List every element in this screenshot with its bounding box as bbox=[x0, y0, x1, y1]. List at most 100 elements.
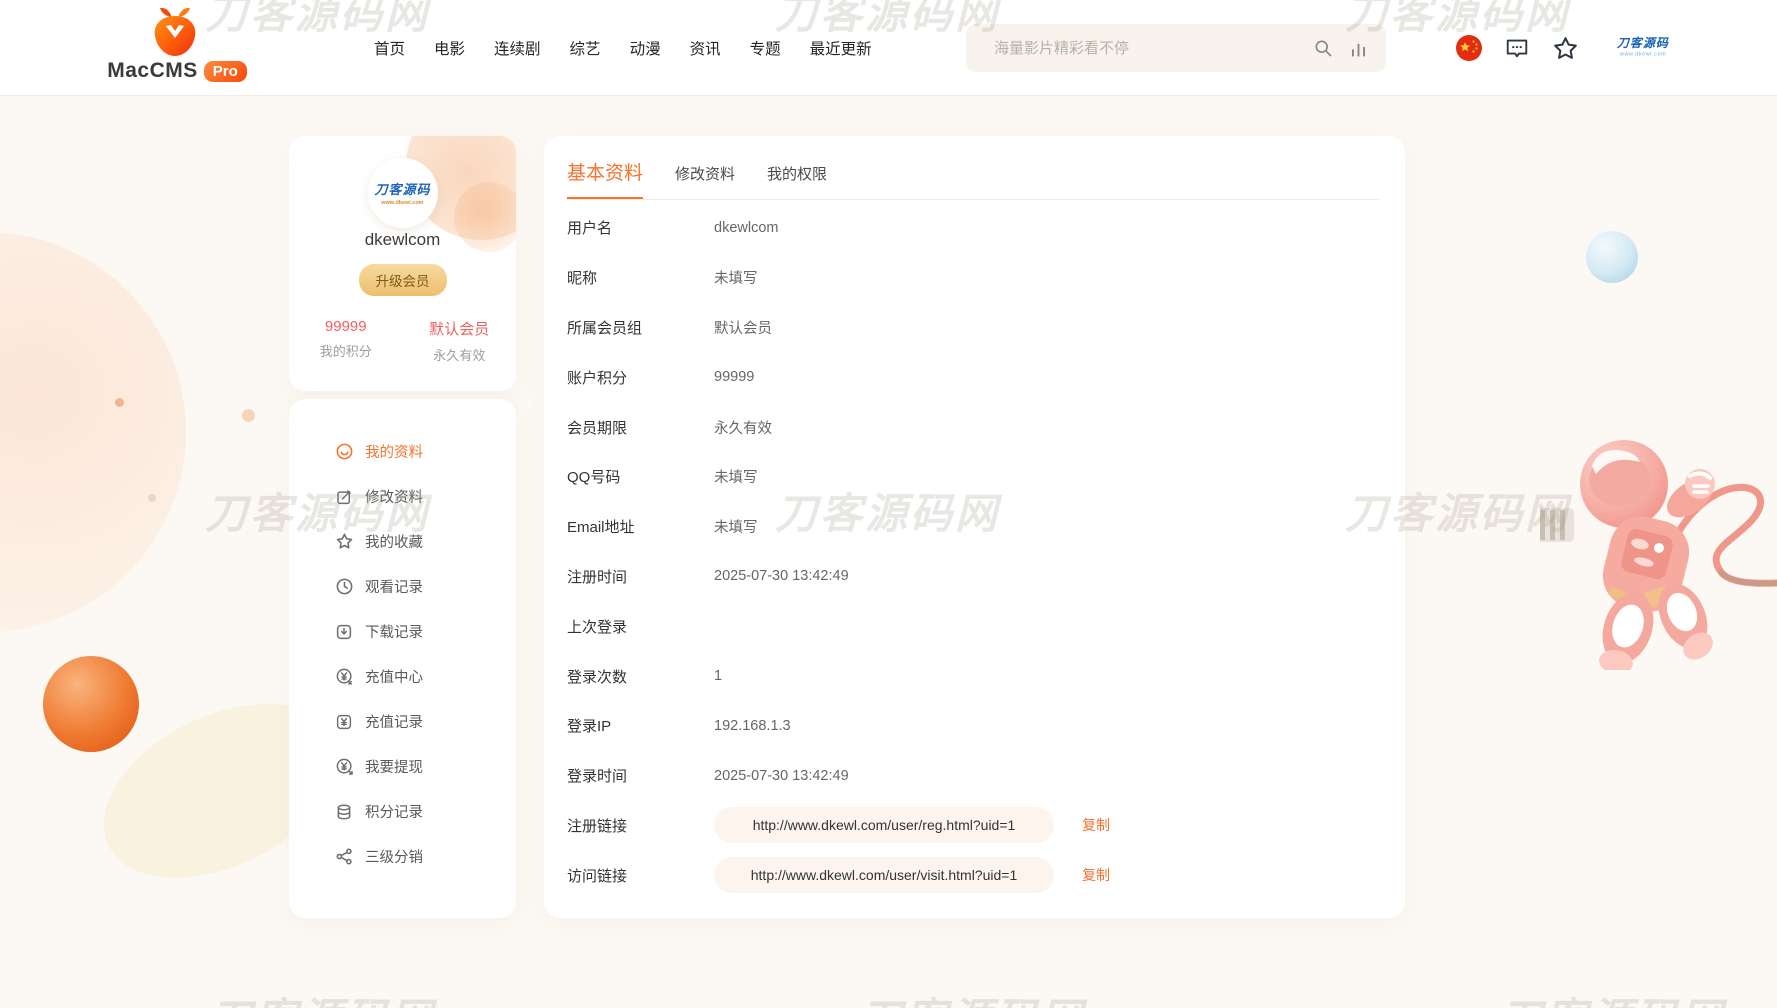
sidebar-menu-item[interactable]: 观看记录 bbox=[289, 564, 516, 609]
field-label: 上次登录 bbox=[567, 616, 714, 637]
smile-icon bbox=[335, 442, 354, 461]
header-actions: 刀客源码 www.dkewl.com bbox=[1456, 0, 1685, 96]
profile-field-row: 账户积分 99999 bbox=[567, 352, 1379, 402]
sidebar-menu-label: 充值中心 bbox=[365, 666, 423, 687]
field-label: 会员期限 bbox=[567, 417, 714, 438]
language-flag-icon[interactable] bbox=[1456, 35, 1482, 61]
sidebar-menu-label: 我要提现 bbox=[365, 756, 423, 777]
nav-item[interactable]: 最近更新 bbox=[810, 37, 872, 59]
stat-value: 99999 bbox=[289, 318, 403, 335]
avatar-logo-text: 刀客源码 bbox=[374, 179, 430, 198]
sidebar-menu-item[interactable]: 下载记录 bbox=[289, 609, 516, 654]
field-value: 1 bbox=[714, 668, 722, 684]
favorites-star-icon[interactable] bbox=[1552, 35, 1579, 62]
profile-field-row: 昵称 未填写 bbox=[567, 253, 1379, 303]
watermark: 刀客源码网 bbox=[210, 985, 435, 1008]
recharge-record-icon bbox=[335, 712, 354, 731]
nav-item[interactable]: 专题 bbox=[750, 37, 781, 59]
header: MacCMS Pro 首页 电影 连续剧 综艺 动漫 资讯 专题 最近更新 bbox=[0, 0, 1777, 96]
link-url-input[interactable] bbox=[714, 857, 1054, 893]
rankings-icon[interactable] bbox=[1349, 39, 1368, 58]
profile-tab[interactable]: 基本资料 bbox=[567, 158, 643, 199]
profile-stat: 99999 我的积分 bbox=[289, 318, 403, 364]
field-label: 登录时间 bbox=[567, 765, 714, 786]
decor-pale-circle bbox=[0, 232, 186, 632]
watermark: 刀客源码网 bbox=[1500, 985, 1725, 1008]
field-label: 昵称 bbox=[567, 267, 714, 288]
edit-icon bbox=[335, 487, 354, 506]
decor-orange-sphere bbox=[43, 656, 139, 752]
clock-icon bbox=[335, 577, 354, 596]
field-value: 99999 bbox=[714, 369, 754, 385]
nav-item[interactable]: 首页 bbox=[374, 37, 405, 59]
field-value: 未填写 bbox=[714, 466, 758, 487]
profile-tabs: 基本资料修改资料我的权限 bbox=[567, 136, 1379, 200]
search-icon[interactable] bbox=[1313, 38, 1333, 58]
field-value: 默认会员 bbox=[714, 317, 772, 338]
sidebar-menu-label: 下载记录 bbox=[365, 621, 423, 642]
sidebar-menu-item[interactable]: 充值记录 bbox=[289, 699, 516, 744]
main-nav: 首页 电影 连续剧 综艺 动漫 资讯 专题 最近更新 bbox=[374, 0, 872, 96]
field-value: 2025-07-30 13:42:49 bbox=[714, 768, 849, 784]
profile-tab[interactable]: 我的权限 bbox=[767, 163, 827, 199]
profile-stat: 默认会员 永久有效 bbox=[403, 318, 517, 364]
sidebar-menu-label: 充值记录 bbox=[365, 711, 423, 732]
link-url-input[interactable] bbox=[714, 807, 1054, 843]
strawberry-logo-icon bbox=[149, 6, 205, 58]
sidebar-menu-label: 三级分销 bbox=[365, 846, 423, 867]
field-label: Email地址 bbox=[567, 516, 714, 537]
site-mini-logo[interactable]: 刀客源码 www.dkewl.com bbox=[1601, 34, 1685, 62]
sidebar-menu-item[interactable]: 积分记录 bbox=[289, 789, 516, 834]
profile-fields: 用户名 dkewlcom 昵称 未填写 所属会员组 默认会员 账户积分 9999… bbox=[567, 200, 1379, 801]
site-mini-logo-subtext: www.dkewl.com bbox=[1620, 51, 1666, 57]
share-icon bbox=[335, 847, 354, 866]
sidebar-menu: 我的资料 修改资料 我的收藏 观看记录 下载记录 bbox=[289, 399, 516, 918]
nav-item[interactable]: 动漫 bbox=[630, 37, 661, 59]
sidebar-menu-item[interactable]: 我要提现 bbox=[289, 744, 516, 789]
sidebar-menu-label: 我的收藏 bbox=[365, 531, 423, 552]
copy-link-button[interactable]: 复制 bbox=[1082, 815, 1110, 835]
decor-blue-sphere bbox=[1586, 231, 1638, 283]
nav-item[interactable]: 连续剧 bbox=[494, 37, 541, 59]
field-value: 未填写 bbox=[714, 516, 758, 537]
field-label: 所属会员组 bbox=[567, 317, 714, 338]
profile-field-row: Email地址 未填写 bbox=[567, 502, 1379, 552]
sidebar-menu-label: 积分记录 bbox=[365, 801, 423, 822]
site-logo[interactable]: MacCMS Pro bbox=[102, 6, 252, 83]
astronaut-illustration bbox=[1540, 420, 1777, 675]
nav-item[interactable]: 综艺 bbox=[570, 37, 601, 59]
messages-icon[interactable] bbox=[1504, 35, 1530, 61]
profile-field-row: 会员期限 永久有效 bbox=[567, 402, 1379, 452]
brand-name: MacCMS bbox=[107, 59, 198, 83]
profile-link-row: 注册链接 复制 bbox=[567, 801, 1379, 851]
profile-card: 刀客源码 www.dkewl.com dkewlcom 升级会员 99999 我… bbox=[289, 136, 516, 391]
field-label: 登录IP bbox=[567, 715, 714, 736]
sidebar-menu-item[interactable]: 三级分销 bbox=[289, 834, 516, 879]
sidebar-menu-item[interactable]: 修改资料 bbox=[289, 474, 516, 519]
field-label: 用户名 bbox=[567, 217, 714, 238]
points-icon bbox=[335, 802, 354, 821]
upgrade-vip-button[interactable]: 升级会员 bbox=[359, 264, 447, 296]
profile-field-row: 登录次数 1 bbox=[567, 651, 1379, 701]
avatar[interactable]: 刀客源码 www.dkewl.com bbox=[368, 158, 438, 228]
search-input[interactable] bbox=[994, 40, 1297, 57]
field-value: 永久有效 bbox=[714, 417, 772, 438]
profile-stats: 99999 我的积分 默认会员 永久有效 bbox=[289, 318, 516, 364]
decor-dot bbox=[148, 494, 156, 502]
nav-item[interactable]: 资讯 bbox=[690, 37, 721, 59]
profile-tab[interactable]: 修改资料 bbox=[675, 163, 735, 199]
sidebar-menu-item[interactable]: 充值中心 bbox=[289, 654, 516, 699]
nav-item[interactable]: 电影 bbox=[434, 37, 465, 59]
watermark: 刀客源码网 bbox=[860, 985, 1085, 1008]
sidebar-menu-item[interactable]: 我的收藏 bbox=[289, 519, 516, 564]
copy-link-button[interactable]: 复制 bbox=[1082, 865, 1110, 885]
field-value: 2025-07-30 13:42:49 bbox=[714, 568, 849, 584]
site-mini-logo-text: 刀客源码 bbox=[1601, 34, 1685, 51]
field-label: 登录次数 bbox=[567, 666, 714, 687]
field-label: 注册链接 bbox=[567, 815, 714, 836]
star-icon bbox=[335, 532, 354, 551]
profile-links: 注册链接 复制 访问链接 复制 bbox=[567, 801, 1379, 901]
sidebar-menu-item[interactable]: 我的资料 bbox=[289, 429, 516, 474]
page: 刀客源码网 刀客源码网 刀客源码网 刀客源码网 刀客源码网 刀客源码网 刀客源码… bbox=[0, 0, 1777, 1008]
profile-field-row: QQ号码 未填写 bbox=[567, 452, 1379, 502]
